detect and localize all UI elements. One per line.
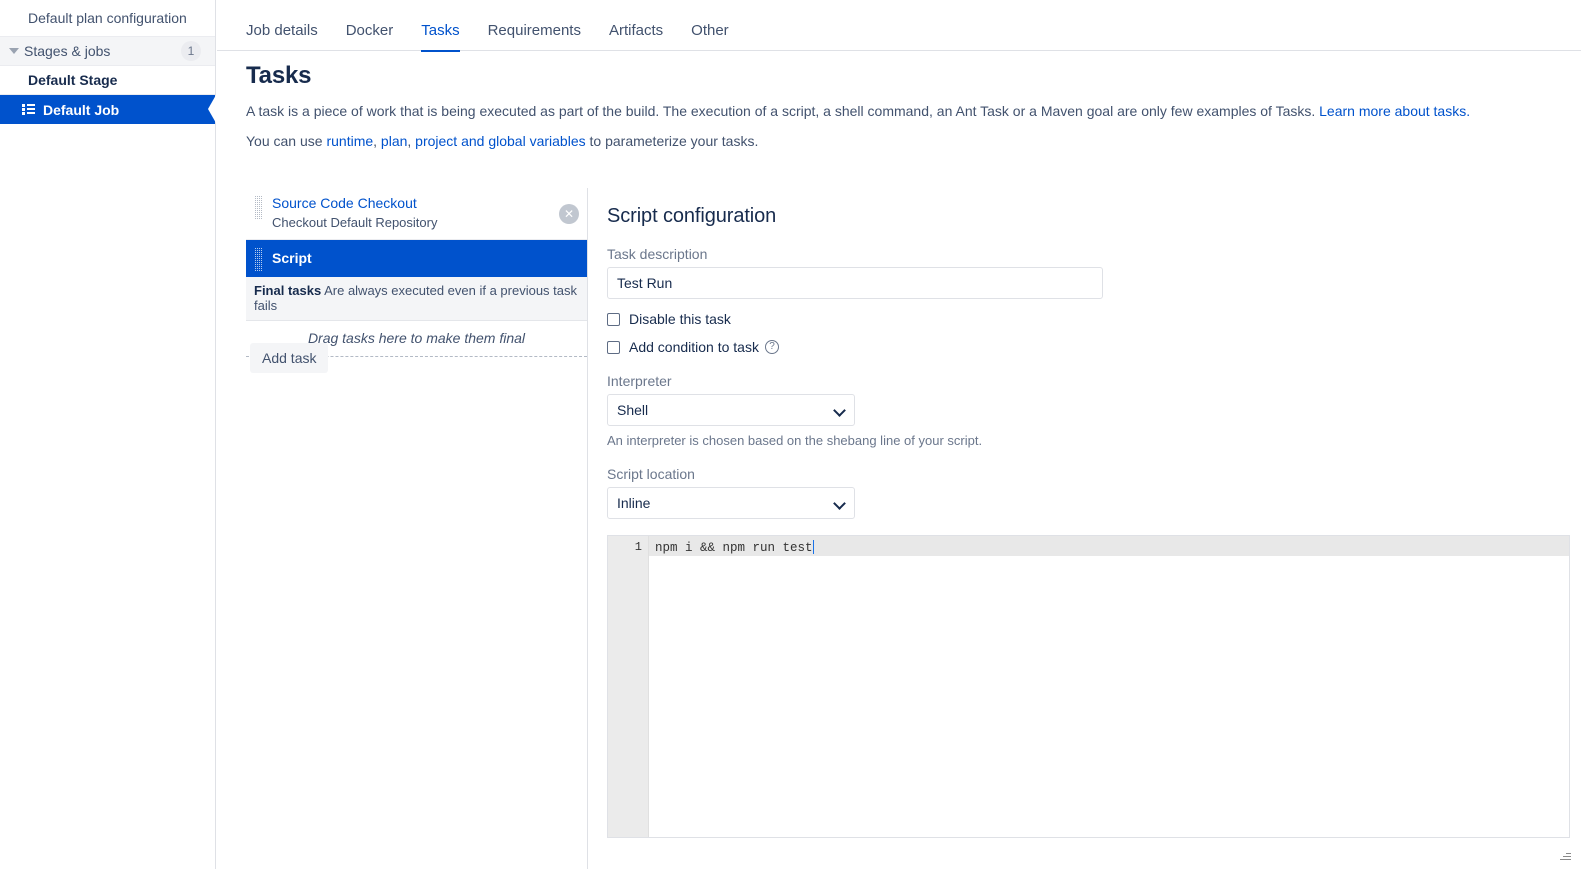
disable-task-checkbox[interactable] (607, 313, 620, 326)
sidebar-default-stage-label: Default Stage (28, 72, 117, 88)
left-sidebar: Default plan configuration Stages & jobs… (0, 0, 216, 869)
add-task-button[interactable]: Add task (250, 343, 328, 373)
script-location-select-wrapper: Inline (607, 487, 855, 519)
intro2-sep-2: , (407, 133, 415, 149)
tab-artifacts[interactable]: Artifacts (609, 22, 663, 52)
page-title: Tasks (246, 62, 311, 90)
remove-task-icon[interactable]: ✕ (559, 204, 579, 224)
task-description-input[interactable] (607, 267, 1103, 299)
tab-list: Job details Docker Tasks Requirements Ar… (246, 22, 729, 52)
tab-job-details[interactable]: Job details (246, 22, 318, 52)
final-tasks-header: Final tasks Are always executed even if … (246, 277, 587, 321)
add-condition-label: Add condition to task (629, 339, 759, 355)
stages-jobs-count-badge: 1 (181, 41, 201, 61)
drag-handle-icon[interactable] (255, 248, 262, 272)
panel-divider (587, 188, 588, 869)
task-item-title[interactable]: Source Code Checkout (272, 195, 577, 212)
task-item-subtitle: Checkout Default Repository (272, 214, 577, 231)
editor-code-line[interactable]: npm i && npm run test (655, 540, 814, 556)
editor-resize-handle-icon[interactable] (1559, 849, 1571, 861)
editor-code-text: npm i && npm run test (655, 541, 813, 555)
task-list-item-source-code-checkout[interactable]: Source Code Checkout Checkout Default Re… (246, 188, 587, 240)
script-body-code-editor[interactable]: 1 npm i && npm run test (607, 535, 1570, 838)
editor-line-number: 1 (608, 536, 648, 555)
plan-variables-link[interactable]: plan (381, 133, 407, 149)
final-tasks-label: Final tasks (254, 283, 321, 298)
sidebar-item-stages-and-jobs[interactable]: Stages & jobs 1 (0, 37, 215, 66)
task-item-title[interactable]: Script (272, 250, 577, 267)
interpreter-label: Interpreter (607, 373, 1103, 389)
intro2-sep-1: , (373, 133, 381, 149)
sidebar-default-job-label: Default Job (43, 102, 119, 118)
final-tasks-drop-hint: Drag tasks here to make them final (308, 330, 525, 346)
tab-other[interactable]: Other (691, 22, 729, 52)
drag-handle-icon[interactable] (255, 196, 262, 220)
chevron-down-icon (9, 48, 19, 54)
disable-task-label: Disable this task (629, 311, 731, 327)
learn-more-about-tasks-link[interactable]: Learn more about tasks. (1319, 103, 1470, 119)
task-list-item-script[interactable]: Script (246, 240, 587, 277)
script-location-label: Script location (607, 466, 1103, 482)
project-global-variables-link[interactable]: project and global variables (415, 133, 585, 149)
intro2-suffix: to parameterize your tasks. (586, 133, 759, 149)
sidebar-item-default-stage[interactable]: Default Stage (0, 66, 215, 95)
sidebar-item-default-job[interactable]: Default Job (0, 95, 215, 124)
page-intro-paragraph-2: You can use runtime, plan, project and g… (246, 133, 758, 149)
sidebar-stages-jobs-label: Stages & jobs (24, 43, 110, 59)
interpreter-hint: An interpreter is chosen based on the sh… (607, 433, 1103, 448)
tab-bar: Job details Docker Tasks Requirements Ar… (217, 0, 1581, 51)
task-list: Source Code Checkout Checkout Default Re… (246, 188, 587, 357)
selected-pointer-icon (208, 95, 216, 123)
app-root: Default plan configuration Stages & jobs… (0, 0, 1581, 869)
interpreter-select-wrapper: Shell (607, 394, 855, 426)
script-location-select[interactable]: Inline (607, 487, 855, 519)
help-icon[interactable]: ? (765, 340, 779, 354)
runtime-variables-link[interactable]: runtime (326, 133, 373, 149)
intro-text-1: A task is a piece of work that is being … (246, 103, 1315, 119)
interpreter-select[interactable]: Shell (607, 394, 855, 426)
script-configuration-panel: Script configuration Task description Di… (607, 205, 1103, 557)
sidebar-item-plan-configuration[interactable]: Default plan configuration (0, 0, 215, 37)
tab-tasks[interactable]: Tasks (421, 22, 459, 52)
script-configuration-title: Script configuration (607, 205, 1103, 228)
tab-requirements[interactable]: Requirements (488, 22, 581, 52)
tab-docker[interactable]: Docker (346, 22, 394, 52)
add-condition-row[interactable]: Add condition to task ? (607, 339, 1103, 355)
sidebar-plan-configuration-label: Default plan configuration (28, 10, 187, 26)
editor-line-number-gutter: 1 (608, 536, 649, 838)
intro2-prefix: You can use (246, 133, 326, 149)
disable-task-row[interactable]: Disable this task (607, 311, 1103, 327)
list-icon (22, 104, 35, 115)
add-condition-checkbox[interactable] (607, 341, 620, 354)
text-cursor (813, 540, 814, 554)
page-intro-paragraph-1: A task is a piece of work that is being … (246, 103, 1470, 119)
task-description-label: Task description (607, 246, 1103, 262)
